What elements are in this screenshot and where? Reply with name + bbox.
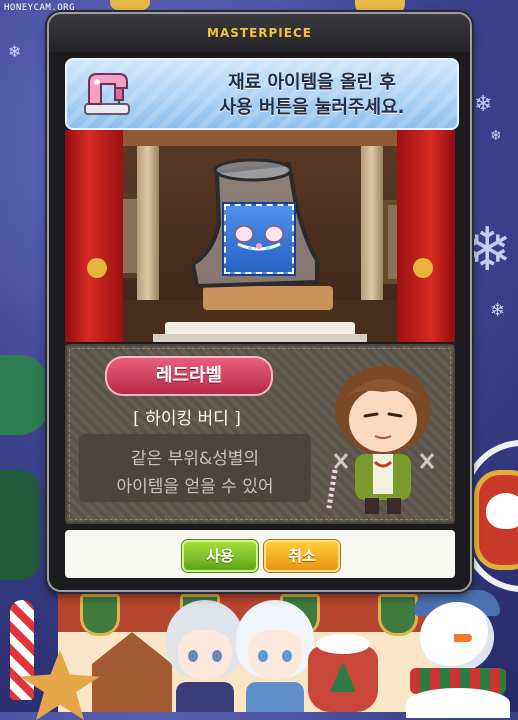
button-bar: 사용 취소 (65, 530, 455, 578)
cancel-button[interactable]: 취소 (264, 540, 340, 572)
dialog-titlebar[interactable]: MASTERPIECE (49, 14, 470, 52)
instruction-line-2: 사용 버튼을 눌러주세요. (219, 97, 405, 118)
instruction-panel: 재료 아이템을 올린 후 사용 버튼을 눌러주세요. (65, 58, 459, 130)
sewing-machine-icon (84, 73, 130, 115)
background-ornament (110, 0, 150, 10)
candy-cane (10, 600, 34, 700)
character-left (166, 600, 244, 712)
item-stage (65, 130, 455, 342)
background-mascot (474, 470, 518, 570)
character-right (236, 600, 314, 712)
tailor-npc (326, 366, 435, 514)
use-button[interactable]: 사용 (182, 540, 258, 572)
result-info-panel: 레드라벨 [ 하이킹 버디 ] 같은 부위&성별의 아이템을 얻을 수 있어 (65, 344, 455, 524)
cocoa-mug (308, 634, 378, 712)
rarity-badge: 레드라벨 (105, 356, 273, 396)
instruction-line-1: 재료 아이템을 올린 후 (228, 72, 396, 93)
stage-curtain-left (65, 130, 123, 342)
bunny-ear-headband-icon (234, 225, 284, 251)
snowman (398, 590, 518, 718)
stage-curtain-right (397, 130, 455, 342)
snowflake-icon: ❄ (490, 300, 506, 321)
snowflake-icon: ❄ (8, 42, 22, 61)
background-wreath (0, 470, 40, 580)
snowflake-icon: ❄ (490, 128, 502, 144)
description-line-2: 아이템을 얻을 수 있어 (116, 477, 274, 497)
masterpiece-dialog: MASTERPIECE 재료 아이템을 올린 후 사용 버튼을 눌러주세요. 레… (47, 12, 472, 592)
material-item-slot[interactable] (224, 204, 294, 274)
item-name: [ 하이킹 버디 ] (133, 409, 241, 429)
description-box: 같은 부위&성별의 아이템을 얻을 수 있어 (79, 434, 311, 502)
background-wreath (0, 355, 48, 435)
description-line-1: 같은 부위&성별의 (130, 449, 260, 469)
shield-ornament (80, 594, 120, 636)
dialog-title: MASTERPIECE (207, 26, 312, 40)
snowflake-icon: ❄ (474, 92, 493, 117)
